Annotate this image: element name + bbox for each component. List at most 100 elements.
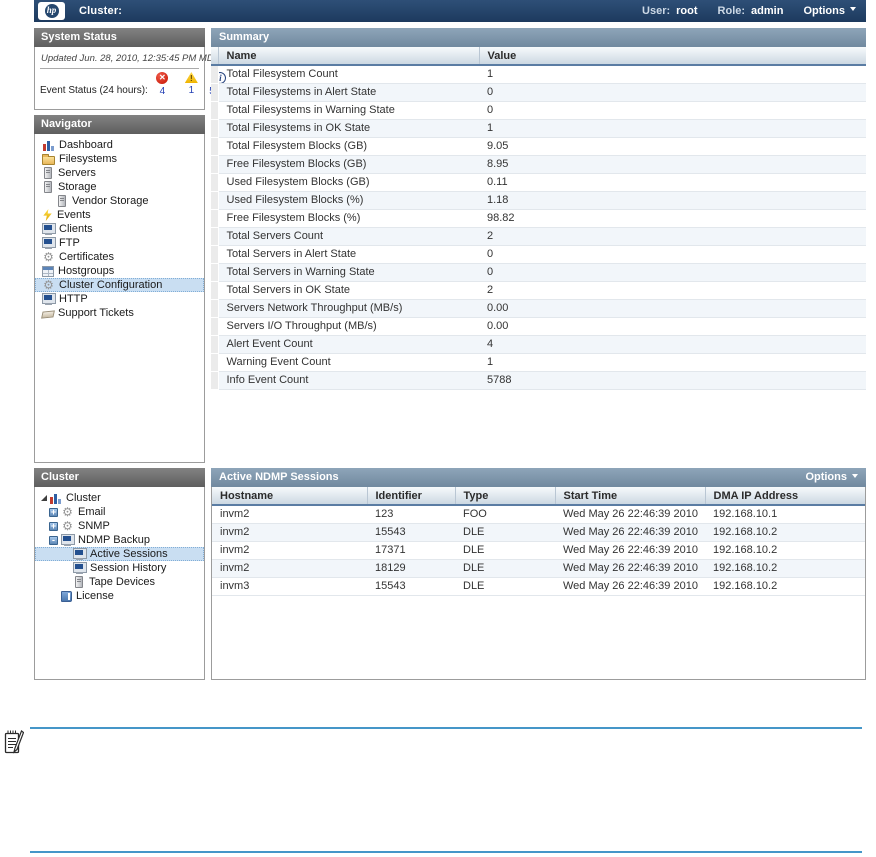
gear-icon: [61, 506, 74, 518]
ndmp-options-button[interactable]: Options: [805, 468, 858, 487]
table-row[interactable]: Total Filesystems in OK State 1: [211, 119, 866, 138]
expand-plus-icon[interactable]: [49, 521, 58, 531]
alert-count-link[interactable]: 4: [160, 86, 166, 97]
row-name: Total Servers in Alert State: [218, 245, 479, 264]
row-value: 2: [479, 227, 866, 246]
column-header-name[interactable]: Name: [218, 47, 480, 66]
column-header-hostname[interactable]: Hostname: [212, 487, 368, 506]
sidebar-item-servers[interactable]: Servers: [35, 166, 204, 180]
row-value: 0: [479, 101, 866, 120]
table-row[interactable]: Free Filesystem Blocks (GB) 8.95: [211, 155, 866, 174]
sidebar-item-label: Events: [57, 209, 91, 221]
sidebar-item-storage[interactable]: Storage: [35, 180, 204, 194]
navigator-panel: Navigator Dashboard Filesystems Servers …: [34, 115, 205, 463]
table-row[interactable]: Free Filesystem Blocks (%) 98.82: [211, 209, 866, 228]
sidebar-item-support-tickets[interactable]: Support Tickets: [35, 306, 204, 320]
hp-logo-icon: [38, 2, 65, 20]
column-header-value[interactable]: Value: [479, 47, 866, 66]
cell-start-time: Wed May 26 22:46:39 2010: [555, 541, 705, 560]
table-row[interactable]: Warning Event Count 1: [211, 353, 866, 372]
tree-item-label: Session History: [90, 562, 167, 574]
table-row[interactable]: Total Filesystem Count 1: [211, 65, 866, 84]
tree-item-ndmp-backup[interactable]: NDMP Backup: [35, 533, 204, 547]
sidebar-item-dashboard[interactable]: Dashboard: [35, 138, 204, 152]
sidebar-item-vendor-storage[interactable]: Vendor Storage: [35, 194, 204, 208]
tree-item-email[interactable]: Email: [35, 505, 204, 519]
sidebar-item-cluster-configuration[interactable]: Cluster Configuration: [35, 278, 204, 292]
row-name: Used Filesystem Blocks (GB): [218, 173, 479, 192]
table-row[interactable]: Total Servers in Warning State 0: [211, 263, 866, 282]
tree-item-active-sessions[interactable]: Active Sessions: [35, 547, 204, 561]
row-name: Total Filesystems in Warning State: [218, 101, 479, 120]
row-name: Total Filesystems in OK State: [218, 119, 479, 138]
table-row[interactable]: Servers Network Throughput (MB/s) 0.00: [211, 299, 866, 318]
table-row[interactable]: Total Servers in Alert State 0: [211, 245, 866, 264]
sidebar-item-http[interactable]: HTTP: [35, 292, 204, 306]
sidebar-item-events[interactable]: Events: [35, 208, 204, 222]
cell-identifier: 15543: [367, 577, 455, 596]
row-value: 0: [479, 83, 866, 102]
tree-item-tape-devices[interactable]: Tape Devices: [35, 575, 204, 589]
ndmp-options-label: Options: [805, 471, 847, 483]
cell-dma-ip: 192.168.10.2: [705, 577, 865, 596]
topbar-options-button[interactable]: Options: [803, 5, 856, 17]
table-row[interactable]: Used Filesystem Blocks (%) 1.18: [211, 191, 866, 210]
storage-icon: [58, 195, 66, 207]
column-header-identifier[interactable]: Identifier: [367, 487, 456, 506]
tree-item-label: License: [76, 590, 114, 602]
table-row[interactable]: invm2 18129 DLE Wed May 26 22:46:39 2010 192…: [212, 559, 865, 578]
table-row[interactable]: invm3 15543 DLE Wed May 26 22:46:39 2010 192…: [212, 577, 865, 596]
row-name: Free Filesystem Blocks (GB): [218, 155, 479, 174]
table-row[interactable]: Total Filesystem Blocks (GB) 9.05: [211, 137, 866, 156]
warning-count-link[interactable]: 1: [189, 85, 195, 96]
monitor-icon: [42, 223, 56, 235]
table-row[interactable]: Alert Event Count 4: [211, 335, 866, 354]
cell-hostname: invm3: [212, 577, 367, 596]
row-name: Total Filesystem Blocks (GB): [218, 137, 479, 156]
expanded-arrow-icon[interactable]: [41, 495, 47, 501]
cluster-tree-panel: Cluster Cluster Email SNMP NDMP Backup A…: [34, 468, 205, 680]
gear-icon: [61, 520, 74, 532]
tree-item-license[interactable]: License: [35, 589, 204, 603]
table-row[interactable]: Total Filesystems in Warning State 0: [211, 101, 866, 120]
monitor-icon: [73, 562, 87, 574]
sidebar-item-clients[interactable]: Clients: [35, 222, 204, 236]
book-icon: [61, 590, 72, 602]
tree-item-session-history[interactable]: Session History: [35, 561, 204, 575]
sidebar-item-label: Filesystems: [59, 153, 118, 165]
sidebar-item-hostgroups[interactable]: Hostgroups: [35, 264, 204, 278]
sidebar-item-filesystems[interactable]: Filesystems: [35, 152, 204, 166]
tree-item-snmp[interactable]: SNMP: [35, 519, 204, 533]
lightning-icon: [43, 209, 52, 221]
sidebar-item-ftp[interactable]: FTP: [35, 236, 204, 250]
table-row[interactable]: Used Filesystem Blocks (GB) 0.11: [211, 173, 866, 192]
column-header-start-time[interactable]: Start Time: [555, 487, 706, 506]
table-row[interactable]: Total Servers in OK State 2: [211, 281, 866, 300]
sidebar-item-label: Storage: [58, 181, 97, 193]
expand-plus-icon[interactable]: [49, 507, 58, 517]
column-header-type[interactable]: Type: [455, 487, 556, 506]
topbar-options-label: Options: [803, 5, 845, 17]
table-row[interactable]: invm2 15543 DLE Wed May 26 22:46:39 2010 192…: [212, 523, 865, 542]
row-value: 0.00: [479, 299, 866, 318]
tree-item-label: Cluster: [66, 492, 101, 504]
table-row[interactable]: invm2 123 FOO Wed May 26 22:46:39 2010 192.1…: [212, 505, 865, 524]
sidebar-item-certificates[interactable]: Certificates: [35, 250, 204, 264]
divider: [30, 727, 862, 729]
table-row[interactable]: Info Event Count 5788: [211, 371, 866, 390]
table-row[interactable]: Servers I/O Throughput (MB/s) 0.00: [211, 317, 866, 336]
system-status-header: System Status: [34, 28, 205, 47]
summary-table: Name Value Total Filesystem Count 1 Total…: [211, 47, 866, 390]
tree-item-cluster[interactable]: Cluster: [35, 491, 204, 505]
row-name: Alert Event Count: [218, 335, 479, 354]
table-row[interactable]: invm2 17371 DLE Wed May 26 22:46:39 2010 192…: [212, 541, 865, 560]
cell-identifier: 15543: [367, 523, 455, 542]
table-row[interactable]: Total Servers Count 2: [211, 227, 866, 246]
note-icon: [4, 730, 24, 754]
cell-type: DLE: [455, 523, 555, 542]
column-header-dma-ip[interactable]: DMA IP Address: [705, 487, 865, 506]
row-name: Info Event Count: [218, 371, 479, 390]
table-row[interactable]: Total Filesystems in Alert State 0: [211, 83, 866, 102]
collapse-minus-icon[interactable]: [49, 535, 58, 545]
row-name: Total Servers Count: [218, 227, 479, 246]
